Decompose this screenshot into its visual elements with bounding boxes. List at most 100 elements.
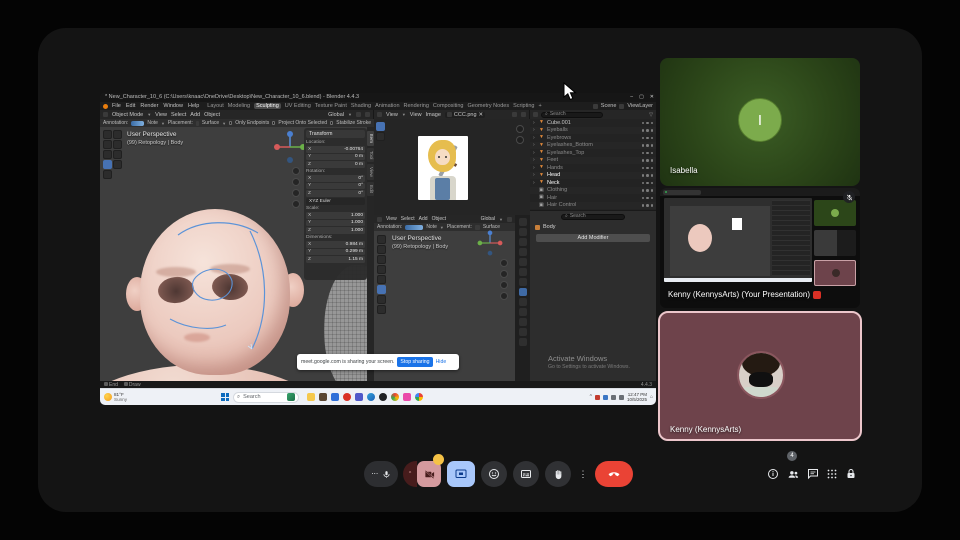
workspace-tab[interactable]: Modeling bbox=[228, 103, 250, 109]
image-menu[interactable]: Image bbox=[426, 112, 441, 118]
viewlayer-selector[interactable]: ViewLayer bbox=[627, 103, 653, 109]
taskbar-search-input[interactable]: ⌕ Search bbox=[233, 392, 299, 403]
outliner-item[interactable]: ›▼ Head bbox=[530, 172, 656, 180]
properties-search-input[interactable]: ⌕ Search bbox=[561, 214, 625, 220]
placement-dropdown[interactable]: Surface bbox=[202, 120, 219, 126]
activities-button[interactable] bbox=[825, 467, 839, 481]
workspace-tab[interactable]: Layout bbox=[207, 103, 224, 109]
minimize-icon[interactable]: – bbox=[630, 93, 633, 102]
annotate-tool-button[interactable] bbox=[376, 132, 385, 141]
workspace-tab[interactable]: Geometry Nodes bbox=[468, 103, 510, 109]
outliner-item[interactable]: ›▼ Feet bbox=[530, 157, 656, 165]
weather-widget[interactable]: 81°FSunny bbox=[104, 392, 127, 402]
rotation-field[interactable]: X0° bbox=[306, 175, 365, 182]
orientation-dropdown[interactable]: Global bbox=[481, 216, 495, 222]
scale-field[interactable]: X1.000 bbox=[306, 212, 365, 219]
meeting-details-button[interactable] bbox=[766, 467, 780, 481]
orientation-dropdown[interactable]: Global bbox=[328, 112, 344, 118]
menu-item[interactable]: Help bbox=[188, 103, 199, 109]
outliner-item[interactable]: ›▼ Eyeballs bbox=[530, 127, 656, 135]
taskbar-clock[interactable]: 12:47 PM10/5/2025 bbox=[627, 392, 647, 402]
navigation-gizmo[interactable] bbox=[272, 129, 308, 165]
dimension-field[interactable]: Y0.299 m bbox=[306, 249, 365, 256]
scale-field[interactable]: Z1.000 bbox=[306, 227, 365, 234]
people-button[interactable] bbox=[786, 467, 800, 481]
unlink-icon[interactable]: ✕ bbox=[479, 112, 484, 118]
dimension-field[interactable]: Z1.15 m bbox=[306, 256, 365, 263]
outliner-search-input[interactable]: ⌕ Search bbox=[541, 112, 603, 118]
menu-item[interactable]: Window bbox=[163, 103, 183, 109]
snap-icon[interactable] bbox=[356, 112, 361, 117]
transform-panel-header[interactable]: Transform bbox=[306, 130, 365, 138]
navigation-gizmo[interactable] bbox=[476, 229, 504, 257]
options-icon[interactable] bbox=[521, 112, 526, 117]
image-filename[interactable]: CCC.png bbox=[454, 112, 477, 118]
proportional-edit-icon[interactable] bbox=[365, 112, 370, 117]
scene-selector[interactable]: Scene bbox=[601, 103, 617, 109]
viewport-toolbar[interactable] bbox=[377, 235, 386, 314]
side-tab[interactable]: Edit bbox=[367, 182, 374, 196]
scale-field[interactable]: Y1.000 bbox=[306, 220, 365, 227]
annotation-layer-dropdown[interactable]: Note bbox=[426, 224, 437, 230]
blender-logo-icon[interactable] bbox=[103, 104, 108, 109]
annotation-layer-dropdown[interactable]: Note bbox=[147, 120, 158, 126]
outliner-item[interactable]: ›▼ Cube.001 bbox=[530, 119, 656, 127]
properties-tab-strip[interactable] bbox=[515, 215, 530, 381]
chat-button[interactable] bbox=[806, 467, 820, 481]
hide-banner-button[interactable]: Hide bbox=[436, 359, 447, 365]
viewport-menu[interactable]: Object bbox=[432, 216, 446, 222]
viewport-3d-main[interactable]: User Perspective (99) Retopology | Body … bbox=[100, 127, 374, 381]
editor-type-icon[interactable] bbox=[377, 217, 382, 222]
participant-tile-kenny[interactable]: Kenny (KennysArts) bbox=[658, 311, 862, 441]
viewport-menu[interactable]: Select bbox=[171, 112, 186, 118]
taskbar-apps[interactable] bbox=[307, 393, 423, 401]
menu-item[interactable]: File bbox=[112, 103, 121, 109]
outliner-item[interactable]: ›▣ Hair Control bbox=[530, 202, 656, 210]
viewport-menu[interactable]: Select bbox=[401, 216, 415, 222]
rotation-field[interactable]: Y0° bbox=[306, 183, 365, 190]
workspace-tab[interactable]: UV Editing bbox=[285, 103, 311, 109]
viewport-menu[interactable]: Object bbox=[204, 112, 220, 118]
rotation-mode-dropdown[interactable]: XYZ Euler bbox=[306, 198, 365, 205]
host-controls-button[interactable] bbox=[844, 467, 858, 481]
outliner-item[interactable]: ›▣ Hair bbox=[530, 194, 656, 202]
sample-tool-button[interactable] bbox=[376, 122, 385, 131]
image-editor-nav-icons[interactable] bbox=[516, 125, 524, 144]
sidebar-tabs[interactable]: ItemToolViewEdit bbox=[367, 127, 374, 381]
outliner-item[interactable]: ›▼ Eyebrows bbox=[530, 134, 656, 142]
menu-item[interactable]: Render bbox=[140, 103, 158, 109]
outliner-item[interactable]: ›▼ Hands bbox=[530, 164, 656, 172]
maximize-icon[interactable]: ▢ bbox=[639, 93, 644, 102]
object-breadcrumb[interactable]: Body bbox=[543, 224, 556, 230]
image-view-menu[interactable]: View bbox=[410, 112, 422, 118]
workspace-tab[interactable]: + bbox=[538, 103, 541, 109]
viewport-menu[interactable]: Add bbox=[190, 112, 200, 118]
location-field[interactable]: Y0 m bbox=[306, 154, 365, 161]
shared-screen-presentation[interactable]: * New_Character_10_6 (C:\Users\knaac\One… bbox=[100, 93, 656, 405]
raise-hand-button[interactable] bbox=[545, 461, 571, 487]
image-mode-dropdown[interactable]: View bbox=[386, 112, 398, 118]
display-mode-icon[interactable] bbox=[533, 112, 538, 117]
outliner-item[interactable]: ›▼ Eyelashes_Top bbox=[530, 149, 656, 157]
add-modifier-button[interactable]: Add Modifier bbox=[536, 234, 650, 242]
viewport-nav-icons[interactable] bbox=[292, 167, 300, 208]
stop-sharing-button[interactable]: Stop sharing bbox=[397, 357, 432, 367]
menu-item[interactable]: Edit bbox=[126, 103, 135, 109]
reactions-button[interactable] bbox=[481, 461, 507, 487]
filter-icon[interactable]: ▽ bbox=[649, 112, 653, 118]
editor-type-icon[interactable] bbox=[377, 112, 382, 117]
viewport-menu[interactable]: View bbox=[386, 216, 397, 222]
workspace-tab[interactable]: Animation bbox=[375, 103, 399, 109]
participant-tile-your-presentation[interactable]: Kenny (KennysArts) (Your Presentation) bbox=[660, 188, 860, 308]
mic-options-icon[interactable]: ⋯ bbox=[371, 470, 379, 478]
side-tab[interactable]: View bbox=[367, 164, 374, 180]
pin-icon[interactable] bbox=[512, 112, 517, 117]
only-endpoints-checkbox[interactable] bbox=[229, 121, 232, 125]
workspace-tab[interactable]: Compositing bbox=[433, 103, 464, 109]
outliner-item[interactable]: ›▼ Neck bbox=[530, 179, 656, 187]
side-tab[interactable]: Tool bbox=[367, 148, 374, 162]
workspace-tab[interactable]: Texture Paint bbox=[315, 103, 347, 109]
editor-type-icon[interactable] bbox=[103, 112, 108, 117]
outliner-item[interactable]: ›▼ Eyelashes_Bottom bbox=[530, 142, 656, 150]
dimension-field[interactable]: X0.984 m bbox=[306, 241, 365, 248]
